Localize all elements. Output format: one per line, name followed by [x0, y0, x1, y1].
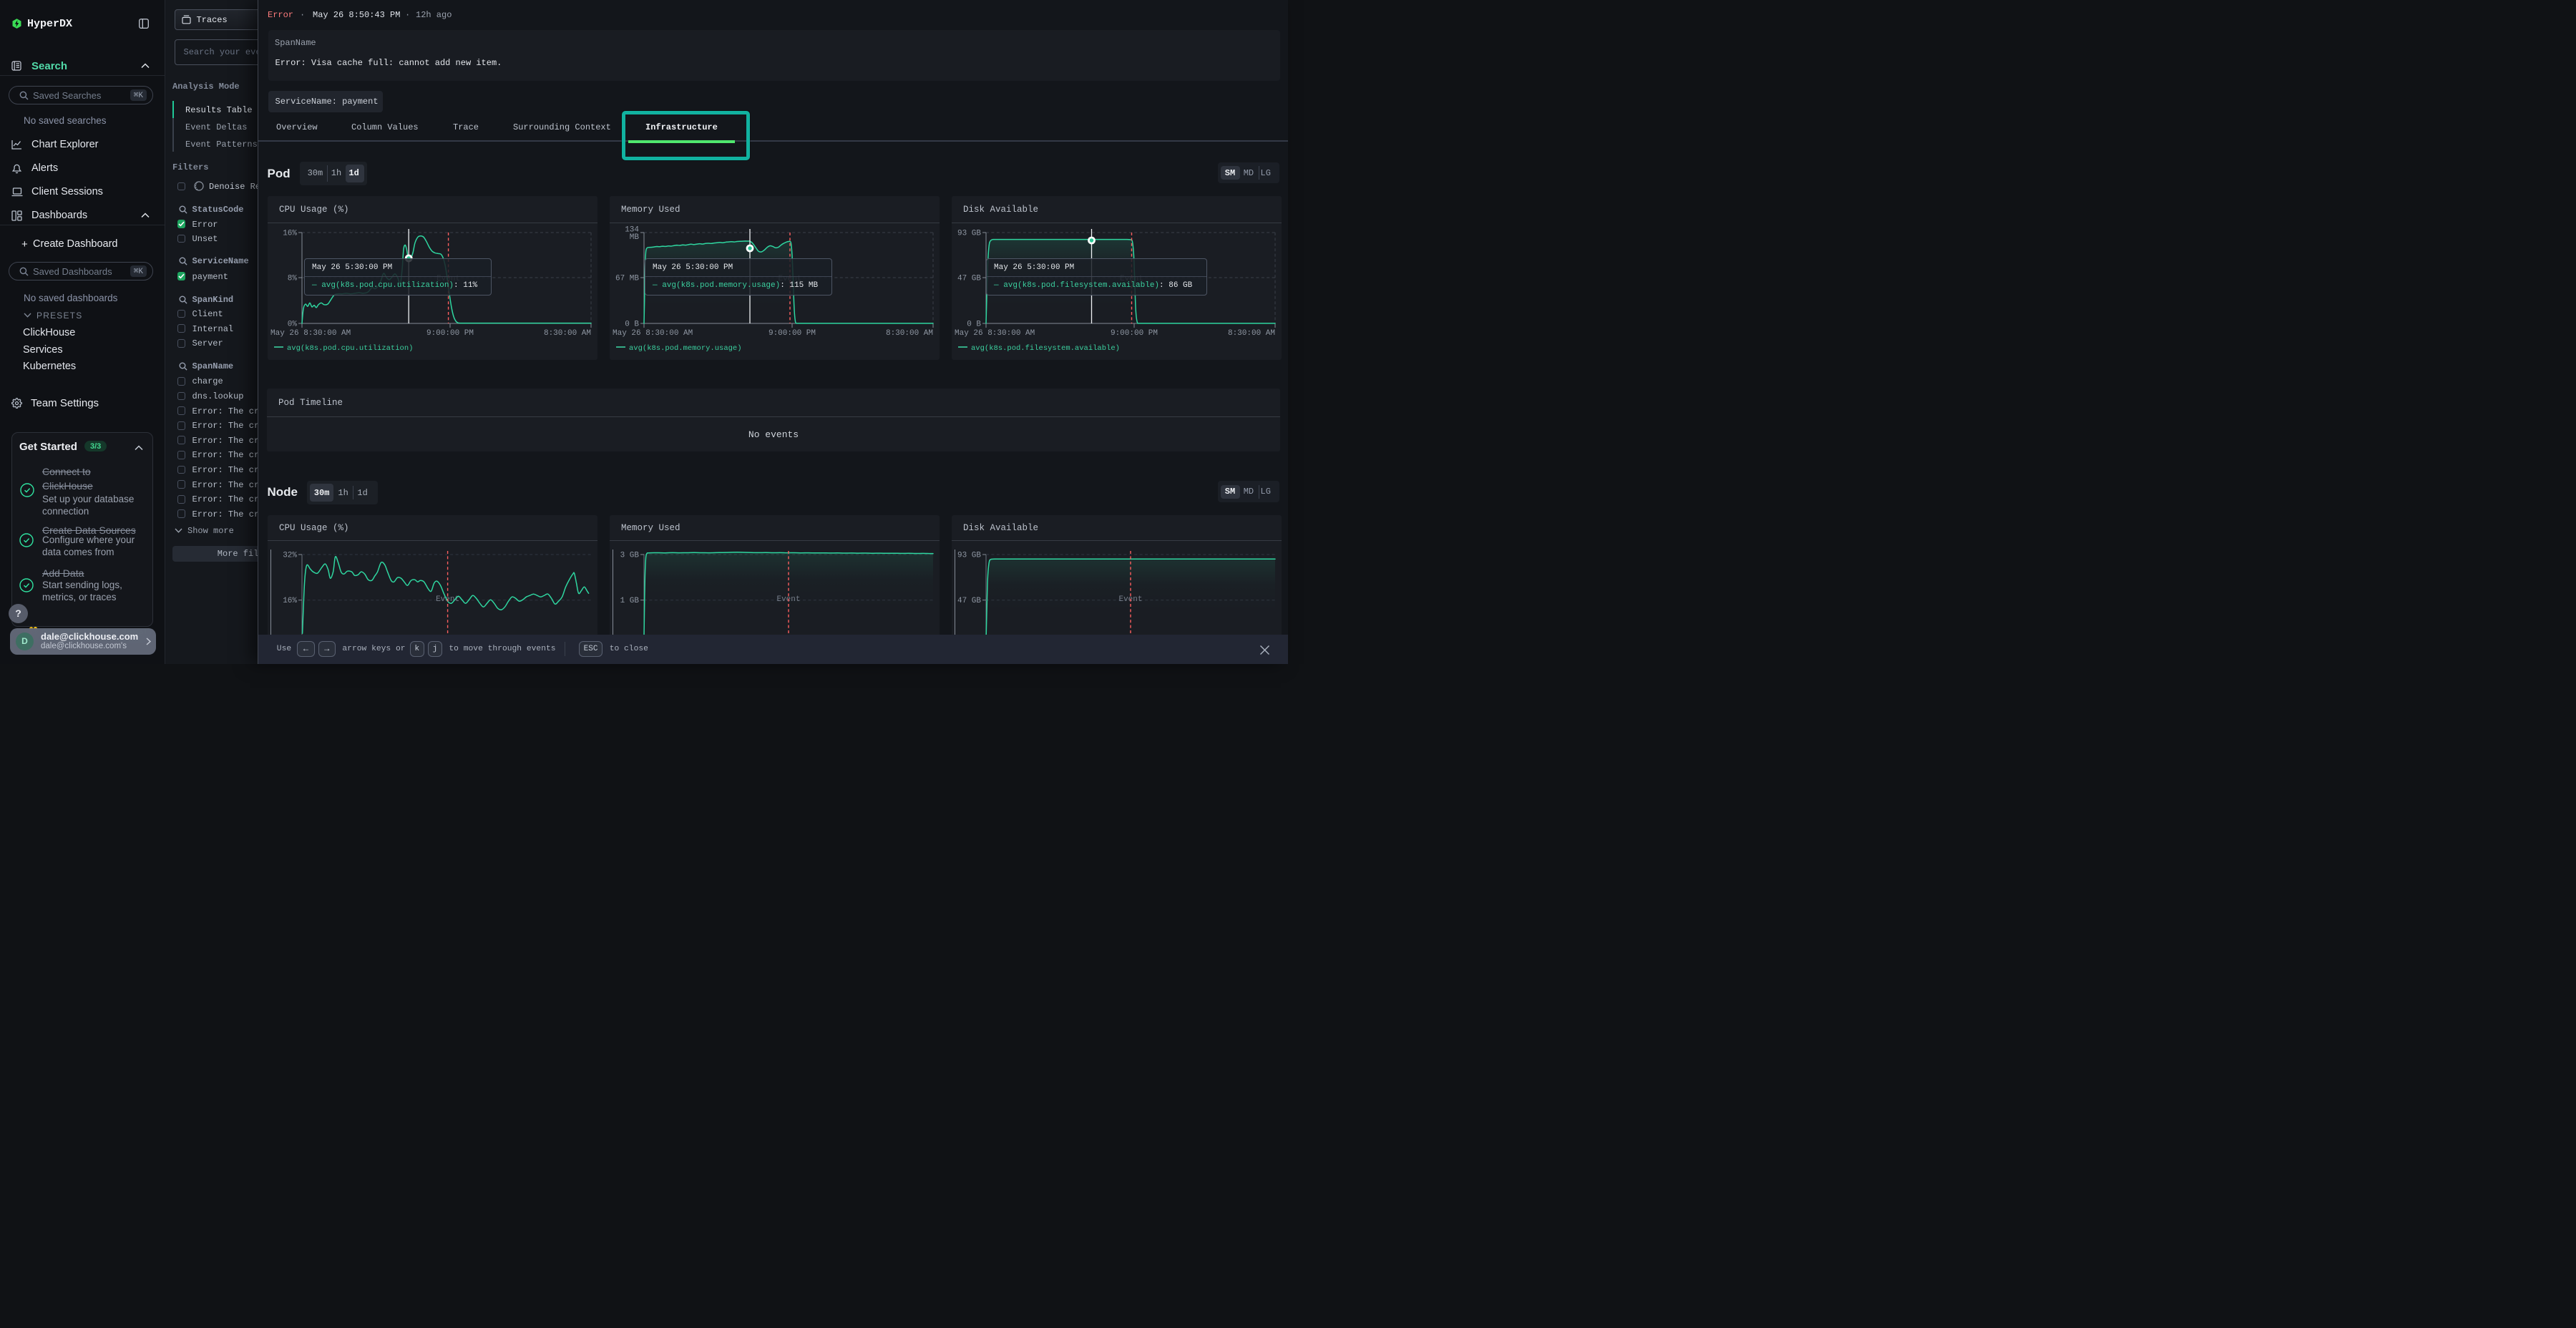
- svg-text:0 B: 0 B: [625, 320, 639, 328]
- svg-text:47 GB: 47 GB: [957, 597, 981, 605]
- svg-text:May 26 8:30:00 AM: May 26 8:30:00 AM: [613, 329, 693, 338]
- svg-text:9:00:00 PM: 9:00:00 PM: [769, 329, 816, 338]
- svg-text:avg(k8s.pod.memory.usage): avg(k8s.pod.memory.usage): [629, 344, 742, 353]
- svg-text:avg(k8s.pod.filesystem.availab: avg(k8s.pod.filesystem.available): [971, 344, 1120, 353]
- svg-text:avg(k8s.pod.cpu.utilization): avg(k8s.pod.cpu.utilization): [287, 344, 413, 353]
- svg-text:9:00:00 PM: 9:00:00 PM: [1111, 329, 1158, 338]
- svg-text:93 GB: 93 GB: [957, 551, 981, 560]
- svg-text:MB: MB: [630, 233, 640, 242]
- svg-text:1 GB: 1 GB: [620, 597, 640, 605]
- svg-text:3 GB: 3 GB: [620, 551, 640, 560]
- svg-text:8:30:00 AM: 8:30:00 AM: [886, 329, 933, 338]
- svg-text:8:30:00 AM: 8:30:00 AM: [544, 329, 591, 338]
- svg-text:16%: 16%: [283, 229, 297, 238]
- svg-text:May 26 8:30:00 AM: May 26 8:30:00 AM: [955, 329, 1035, 338]
- svg-text:0 B: 0 B: [967, 320, 981, 328]
- svg-text:May 26 8:30:00 AM: May 26 8:30:00 AM: [270, 329, 351, 338]
- svg-text:67 MB: 67 MB: [615, 274, 639, 283]
- svg-text:9:00:00 PM: 9:00:00 PM: [426, 329, 474, 338]
- svg-text:16%: 16%: [283, 597, 297, 605]
- svg-text:93 GB: 93 GB: [957, 229, 981, 238]
- svg-text:32%: 32%: [283, 551, 297, 560]
- svg-text:8%: 8%: [288, 274, 298, 283]
- svg-text:47 GB: 47 GB: [957, 274, 981, 283]
- svg-text:8:30:00 AM: 8:30:00 AM: [1228, 329, 1275, 338]
- svg-text:0%: 0%: [288, 320, 298, 328]
